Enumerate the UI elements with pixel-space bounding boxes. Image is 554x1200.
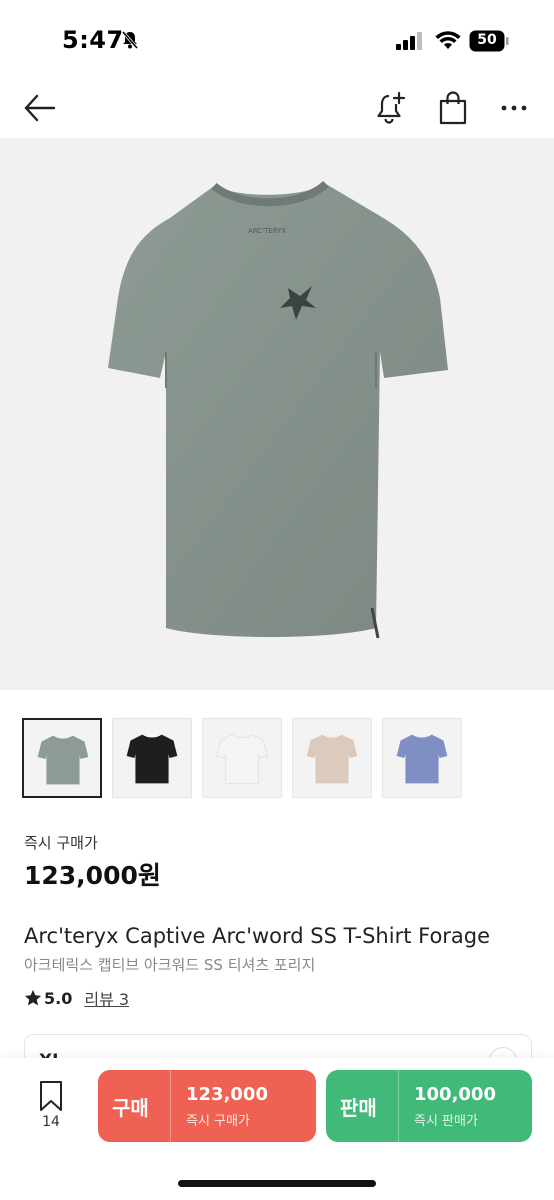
- bookmark-button[interactable]: 14: [30, 1080, 72, 1140]
- product-title-en: Arc'teryx Captive Arc'word SS T-Shirt Fo…: [24, 924, 491, 948]
- price-label: 즉시 구매가: [24, 834, 98, 852]
- bookmark-icon: [40, 1081, 62, 1111]
- rating-row: 5.0 리뷰 3: [24, 986, 129, 1010]
- tshirt-image: ARC'TERYX: [108, 180, 448, 639]
- price-value: 123,000원: [24, 861, 161, 890]
- buy-label: 구매: [112, 1096, 149, 1120]
- buy-button[interactable]: 구매 123,000 즉시 구매가: [98, 1070, 316, 1142]
- buy-price: 123,000: [186, 1084, 268, 1105]
- wifi-icon: [435, 31, 461, 49]
- buy-sub-label: 즉시 구매가: [186, 1114, 250, 1129]
- thumbnail-5[interactable]: [382, 718, 462, 798]
- sell-label: 판매: [340, 1096, 377, 1120]
- sell-price: 100,000: [414, 1084, 496, 1105]
- product-main-image[interactable]: ARC'TERYX: [0, 138, 554, 690]
- bookmark-count: 14: [42, 1114, 60, 1130]
- product-title-ko: 아크테릭스 캡티브 아크워드 SS 티셔츠 포리지: [24, 956, 316, 974]
- sell-divider: [398, 1070, 399, 1142]
- thumbnail-strip: [22, 718, 542, 798]
- bell-plus-icon[interactable]: [374, 90, 408, 126]
- battery-icon: 50: [469, 30, 509, 52]
- silent-bell-icon: [121, 31, 139, 49]
- thumbnail-2[interactable]: [112, 718, 192, 798]
- cellular-signal-icon: [396, 32, 422, 50]
- star-icon: [24, 989, 42, 1006]
- battery-level: 50: [477, 32, 497, 48]
- thumbnail-1[interactable]: [22, 718, 102, 798]
- svg-text:ARC'TERYX: ARC'TERYX: [248, 227, 287, 235]
- bottom-action-bar: 14 구매 123,000 즉시 구매가 판매 100,000 즉시 판매가: [0, 1058, 554, 1200]
- status-time: 5:47: [62, 26, 124, 54]
- rating-score: 5.0: [44, 988, 73, 1008]
- status-bar: 5:47 50: [0, 0, 554, 80]
- home-indicator: [178, 1180, 376, 1187]
- more-icon[interactable]: [496, 90, 532, 126]
- back-arrow-icon[interactable]: [22, 90, 58, 126]
- thumbnail-3[interactable]: [202, 718, 282, 798]
- sell-button[interactable]: 판매 100,000 즉시 판매가: [326, 1070, 532, 1142]
- top-nav: [0, 80, 554, 136]
- shopping-bag-icon[interactable]: [436, 90, 470, 126]
- sell-sub-label: 즉시 판매가: [414, 1114, 478, 1129]
- thumbnail-4[interactable]: [292, 718, 372, 798]
- review-link[interactable]: 리뷰 3: [84, 986, 129, 1010]
- buy-divider: [170, 1070, 171, 1142]
